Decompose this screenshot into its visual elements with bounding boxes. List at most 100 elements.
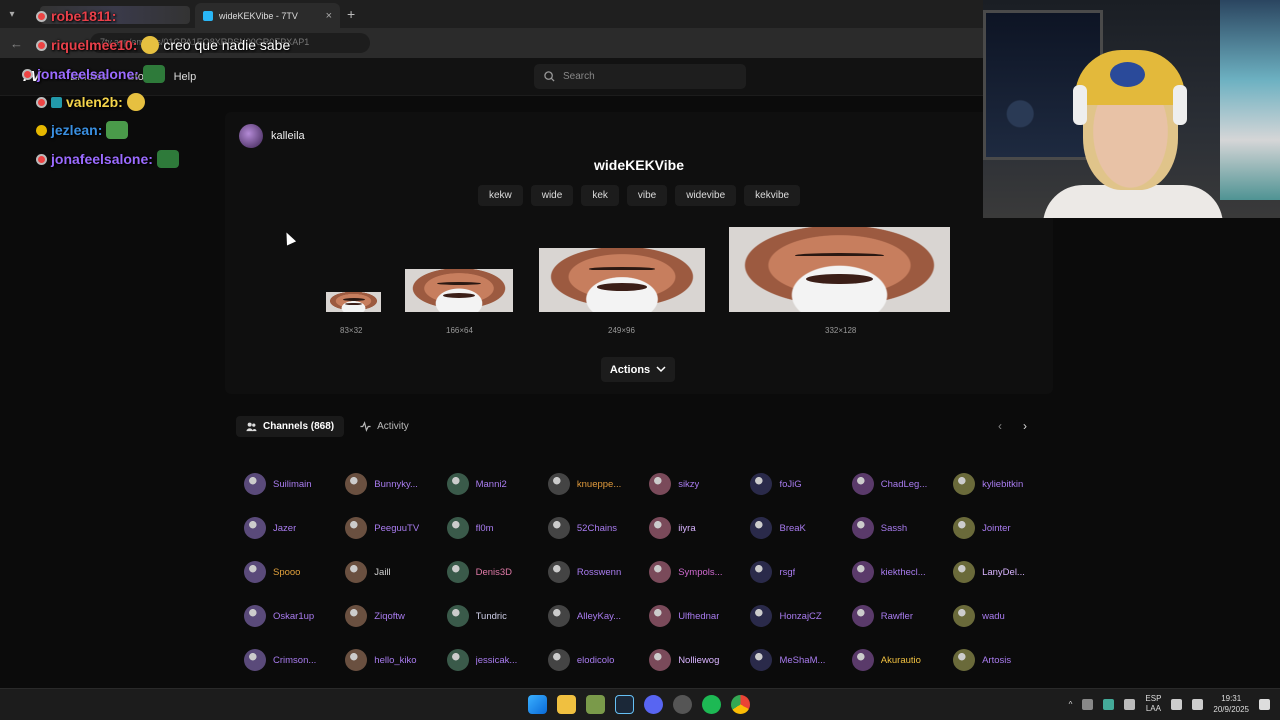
channel-item[interactable]: Ziqoftw [345, 594, 446, 638]
language-indicator[interactable]: ESP LAA [1145, 694, 1161, 714]
channel-name: MeShaM... [779, 654, 826, 666]
tab-channels[interactable]: Channels (868) [236, 416, 345, 437]
channel-name: Denis3D [475, 566, 513, 578]
obs-icon[interactable] [673, 695, 692, 714]
channel-item[interactable]: jessicak... [446, 638, 548, 682]
channel-item[interactable]: kyliebitkin [953, 462, 1054, 506]
channel-item[interactable]: LanyDel... [953, 550, 1054, 594]
active-tab[interactable]: wideKEKVibe - 7TV × [195, 3, 340, 28]
channel-avatar [750, 649, 773, 671]
channel-name: Ulfhednar [678, 610, 720, 622]
room-lights [1220, 0, 1280, 200]
file-explorer-icon[interactable] [557, 695, 576, 714]
channel-item[interactable]: Manni2 [446, 462, 548, 506]
channel-item[interactable]: kiekthecl... [851, 550, 953, 594]
users-icon [246, 422, 257, 432]
tab-list-chevron-icon[interactable]: ▾ [0, 9, 24, 20]
emote-preview-2x[interactable] [405, 269, 513, 312]
channel-item[interactable]: Crimson... [244, 638, 345, 682]
actions-button[interactable]: Actions [601, 357, 675, 382]
tag[interactable]: kekvibe [744, 185, 801, 206]
channel-avatar [345, 605, 368, 627]
search-input[interactable]: Search [534, 64, 746, 89]
emote-preview-4x[interactable] [729, 227, 950, 312]
channel-item[interactable]: Bunnyky... [345, 462, 446, 506]
channel-item[interactable]: HonzajCZ [750, 594, 851, 638]
tray-app-icon[interactable] [1082, 698, 1094, 710]
emote-preview-1x[interactable] [326, 292, 381, 312]
tag[interactable]: kek [581, 185, 619, 206]
new-tab-icon[interactable]: + [347, 6, 355, 22]
channel-item[interactable]: Akurautio [851, 638, 953, 682]
emote-preview-3x[interactable] [539, 248, 705, 312]
channel-item[interactable]: knueppe... [547, 462, 649, 506]
channel-item[interactable]: elodicolo [547, 638, 649, 682]
notification-icon[interactable] [1259, 698, 1270, 710]
channel-item[interactable]: wadu [953, 594, 1054, 638]
channel-item[interactable]: Rosswenn [547, 550, 649, 594]
prev-page-icon[interactable]: ‹ [998, 419, 1002, 433]
channel-item[interactable]: hello_kiko [345, 638, 446, 682]
channel-item[interactable]: Sympols... [649, 550, 750, 594]
tab-activity[interactable]: Activity [350, 416, 419, 437]
volume-icon[interactable] [1192, 698, 1204, 710]
channel-item[interactable]: foJiG [750, 462, 851, 506]
channels-tabs: Channels (868) Activity [236, 416, 419, 437]
channel-item[interactable]: AlleyKay... [547, 594, 649, 638]
channel-name: foJiG [779, 478, 802, 490]
chat-line: valen2b: [36, 93, 145, 111]
channel-item[interactable]: Jazer [244, 506, 345, 550]
tag[interactable]: kekw [477, 185, 523, 206]
network-icon[interactable] [1171, 698, 1183, 710]
channel-item[interactable]: MeShaM... [750, 638, 851, 682]
back-arrow-icon[interactable]: ← [10, 36, 30, 51]
channel-item[interactable]: sikzy [649, 462, 750, 506]
chevron-up-icon[interactable]: ^ [1069, 700, 1073, 709]
channel-item[interactable]: Ulfhednar [649, 594, 750, 638]
channel-item[interactable]: Nolliewog [649, 638, 750, 682]
channel-avatar [851, 649, 874, 671]
channel-item[interactable]: fl0m [446, 506, 548, 550]
chrome-icon[interactable] [731, 695, 750, 714]
channel-avatar [953, 605, 976, 627]
tag[interactable]: vibe [626, 185, 668, 206]
chat-badge-icon [36, 10, 47, 22]
steam-icon[interactable] [615, 695, 634, 714]
channel-item[interactable]: rsgf [750, 550, 851, 594]
windows-start-icon[interactable] [528, 695, 547, 714]
discord-icon[interactable] [644, 695, 663, 714]
channel-item[interactable]: iiyra [649, 506, 750, 550]
close-tab-icon[interactable]: × [326, 10, 332, 22]
channel-name: Suilimain [273, 478, 312, 490]
channel-avatar [649, 517, 672, 539]
channel-item[interactable]: ChadLeg... [851, 462, 953, 506]
clock[interactable]: 19:31 20/9/2025 [1213, 693, 1249, 715]
minecraft-icon[interactable] [586, 695, 605, 714]
channel-item[interactable]: Oskar1up [244, 594, 345, 638]
tray-app-icon[interactable] [1103, 698, 1115, 710]
channel-name: Sassh [880, 522, 908, 534]
channel-item[interactable]: Sassh [851, 506, 953, 550]
channel-name: Manni2 [475, 478, 507, 490]
channel-item[interactable]: 52Chains [547, 506, 649, 550]
channel-name: Crimson... [273, 654, 317, 666]
tag[interactable]: wide [530, 185, 574, 206]
mic-icon[interactable] [1124, 698, 1136, 710]
channel-item[interactable]: Jointer [953, 506, 1054, 550]
channel-item[interactable]: BreaK [750, 506, 851, 550]
channel-item[interactable]: Spooo [244, 550, 345, 594]
channel-item[interactable]: Jaill [345, 550, 446, 594]
emote-author[interactable]: kalleila [239, 124, 305, 148]
channel-item[interactable]: Artosis [953, 638, 1054, 682]
spotify-icon[interactable] [702, 695, 721, 714]
emote-tags: kekw wide kek vibe widevibe kekvibe [225, 185, 1053, 206]
next-page-icon[interactable]: › [1023, 419, 1027, 433]
nav-help[interactable]: Help [174, 71, 197, 83]
channel-item[interactable]: Rawfler [851, 594, 953, 638]
channel-item[interactable]: Tundric [446, 594, 548, 638]
channel-name: elodicolo [576, 654, 615, 666]
tag[interactable]: widevibe [675, 185, 737, 206]
channel-item[interactable]: PeeguuTV [345, 506, 446, 550]
channel-item[interactable]: Denis3D [446, 550, 548, 594]
channel-item[interactable]: Suilimain [244, 462, 345, 506]
